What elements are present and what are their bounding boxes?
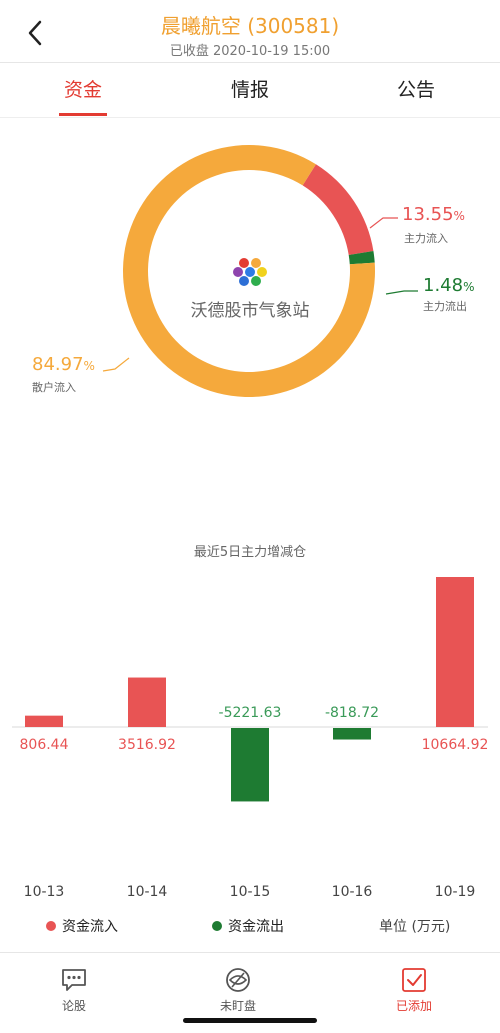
legend-outflow: 资金流出 xyxy=(212,916,284,936)
outflow-dot-icon xyxy=(212,921,222,931)
bar-chart: 806.44 10-13 3516.92 10-14 -5221.63 10-15 -818… xyxy=(12,577,489,900)
leader-line-main-inflow xyxy=(369,217,398,229)
inflow-dot-icon xyxy=(46,921,56,931)
bar-10-14 xyxy=(128,677,166,727)
bar-value-label-10-15: -5221.63 xyxy=(219,705,282,721)
logo-icon xyxy=(233,258,267,286)
nav-added-label: 已添加 xyxy=(395,999,432,1013)
retail-inflow-pct: 84.97% xyxy=(32,354,95,375)
bar-10-19 xyxy=(436,577,474,727)
leader-line-main-outflow xyxy=(385,290,418,295)
x-tick-label-10-16: 10-16 xyxy=(332,884,373,900)
market-status: 已收盘 2020-10-19 15:00 xyxy=(169,44,331,59)
leader-line-retail-inflow xyxy=(102,357,130,372)
home-indicator xyxy=(183,1018,317,1023)
tab-bar: 资金 情报 公告 xyxy=(0,63,500,117)
nav-added[interactable]: 已添加 xyxy=(364,967,464,1014)
nav-discuss-label: 论股 xyxy=(61,999,86,1013)
donut-segment-main-inflow xyxy=(302,164,374,255)
fund-flow-donut: 沃德股市气象站 13.55% 主力流入 1.48% 主力流出 84.97% 散户… xyxy=(0,118,500,518)
nav-watch-label: 未盯盘 xyxy=(219,999,256,1013)
legend-unit: 单位 (万元) xyxy=(379,919,451,935)
eye-icon xyxy=(226,968,250,992)
legend-inflow: 资金流入 xyxy=(46,916,118,936)
main-inflow-value: 13.55 xyxy=(402,204,454,225)
bar-value-label-10-16: -818.72 xyxy=(325,705,379,721)
bar-chart-title: 最近5日主力增减仓 xyxy=(193,545,307,560)
tab-intel[interactable]: 情报 xyxy=(190,75,310,102)
checkbox-icon xyxy=(402,968,426,992)
legend-inflow-label: 资金流入 xyxy=(62,919,118,935)
nav-discuss[interactable]: 论股 xyxy=(24,967,124,1014)
x-tick-label-10-14: 10-14 xyxy=(127,884,168,900)
retail-inflow-label: 散户流入 xyxy=(32,381,76,394)
main-outflow-value: 1.48 xyxy=(423,275,464,296)
active-tab-indicator xyxy=(59,113,107,116)
retail-inflow-value: 84.97 xyxy=(32,354,84,375)
x-tick-label-10-15: 10-15 xyxy=(230,884,271,900)
main-outflow-pct: 1.48% xyxy=(423,275,474,296)
main-inflow-label: 主力流入 xyxy=(404,232,448,245)
pct-sign: % xyxy=(463,280,475,294)
watermark-text: 沃德股市气象站 xyxy=(190,301,310,321)
bar-value-label-10-19: 10664.92 xyxy=(422,737,489,753)
x-tick-label-10-13: 10-13 xyxy=(24,884,65,900)
bar-10-16 xyxy=(333,728,371,740)
bar-10-15 xyxy=(231,728,269,802)
bar-value-label-10-14: 3516.92 xyxy=(118,737,176,753)
legend-outflow-label: 资金流出 xyxy=(228,919,284,935)
x-tick-label-10-19: 10-19 xyxy=(435,884,476,900)
bar-value-label-10-13: 806.44 xyxy=(20,737,69,753)
tab-announcements[interactable]: 公告 xyxy=(356,75,476,102)
tab-funds[interactable]: 资金 xyxy=(23,75,143,102)
nav-watch[interactable]: 未盯盘 xyxy=(188,967,288,1014)
bar-10-13 xyxy=(25,715,63,727)
main-inflow-pct: 13.55% xyxy=(402,204,465,225)
pct-sign: % xyxy=(453,209,465,223)
header: 晨曦航空 (300581) 已收盘 2020-10-19 15:00 xyxy=(0,0,500,62)
page-title: 晨曦航空 (300581) xyxy=(160,14,340,38)
chat-icon xyxy=(62,969,86,991)
chart-legend: 资金流入 资金流出 单位 (万元) xyxy=(0,912,500,942)
pct-sign: % xyxy=(83,359,95,373)
main-outflow-label: 主力流出 xyxy=(423,300,467,313)
